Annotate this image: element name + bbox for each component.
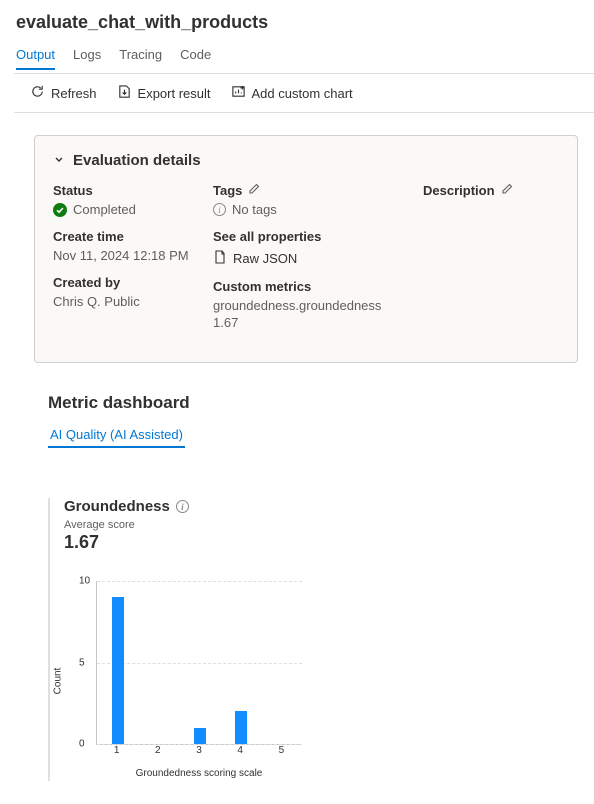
tab-tracing[interactable]: Tracing bbox=[119, 39, 162, 70]
x-tick: 5 bbox=[279, 745, 285, 756]
y-tick: 10 bbox=[79, 576, 90, 587]
bar bbox=[235, 711, 247, 744]
main-tabs: Output Logs Tracing Code bbox=[0, 39, 594, 71]
file-icon bbox=[213, 250, 227, 267]
edit-description-button[interactable] bbox=[501, 183, 513, 198]
x-tick: 2 bbox=[155, 745, 161, 756]
export-icon bbox=[117, 84, 132, 102]
evaluation-details-title: Evaluation details bbox=[73, 152, 201, 169]
x-axis-label: Groundedness scoring scale bbox=[96, 768, 302, 779]
created-by-label: Created by bbox=[53, 275, 203, 290]
custom-metrics-label: Custom metrics bbox=[213, 279, 413, 294]
refresh-icon bbox=[30, 84, 45, 102]
create-time-label: Create time bbox=[53, 229, 203, 244]
y-axis-label: Count bbox=[53, 668, 64, 695]
status-label: Status bbox=[53, 183, 203, 198]
y-tick: 5 bbox=[79, 657, 85, 668]
raw-json-label: Raw JSON bbox=[233, 251, 297, 266]
avg-score-label: Average score bbox=[64, 519, 368, 531]
chevron-down-icon bbox=[53, 152, 65, 169]
tab-ai-quality[interactable]: AI Quality (AI Assisted) bbox=[48, 423, 185, 448]
export-button[interactable]: Export result bbox=[117, 84, 211, 102]
avg-score-value: 1.67 bbox=[64, 532, 368, 553]
status-value: Completed bbox=[53, 202, 203, 217]
page-title: evaluate_chat_with_products bbox=[0, 0, 594, 39]
y-tick: 0 bbox=[79, 739, 85, 750]
x-tick: 4 bbox=[237, 745, 243, 756]
created-by-value: Chris Q. Public bbox=[53, 294, 203, 309]
create-time-value: Nov 11, 2024 12:18 PM bbox=[53, 248, 203, 263]
x-tick: 3 bbox=[196, 745, 202, 756]
tab-output[interactable]: Output bbox=[16, 39, 55, 70]
tags-label: Tags bbox=[213, 183, 242, 198]
x-ticks: 1 2 3 4 5 bbox=[96, 745, 302, 759]
info-icon: i bbox=[176, 500, 189, 513]
plot-region: 0510 bbox=[96, 581, 302, 745]
description-label: Description bbox=[423, 183, 495, 198]
bar bbox=[194, 728, 206, 744]
no-tags-text: No tags bbox=[232, 202, 277, 217]
add-chart-button[interactable]: Add custom chart bbox=[231, 84, 353, 102]
refresh-button[interactable]: Refresh bbox=[30, 84, 97, 102]
check-circle-icon bbox=[53, 203, 67, 217]
chart-title: Groundedness bbox=[64, 498, 170, 515]
metric-dashboard-title: Metric dashboard bbox=[48, 393, 578, 413]
status-text: Completed bbox=[73, 202, 136, 217]
evaluation-details-header[interactable]: Evaluation details bbox=[53, 152, 559, 169]
add-chart-icon bbox=[231, 84, 246, 102]
add-chart-label: Add custom chart bbox=[252, 86, 353, 101]
evaluation-details-card: Evaluation details Status Completed Crea… bbox=[34, 135, 578, 363]
custom-metric-value: 1.67 bbox=[213, 315, 413, 330]
groundedness-chart-card: Groundedness i Average score 1.67 Count … bbox=[48, 498, 368, 781]
edit-tags-button[interactable] bbox=[248, 183, 260, 198]
see-all-properties-label: See all properties bbox=[213, 229, 413, 244]
raw-json-button[interactable]: Raw JSON bbox=[213, 250, 413, 267]
bar bbox=[112, 597, 124, 744]
export-label: Export result bbox=[138, 86, 211, 101]
custom-metric-name: groundedness.groundedness bbox=[213, 298, 413, 313]
x-tick: 1 bbox=[114, 745, 120, 756]
tab-code[interactable]: Code bbox=[180, 39, 211, 70]
toolbar: Refresh Export result Add custom chart bbox=[14, 73, 594, 113]
tags-value: i No tags bbox=[213, 202, 413, 217]
tab-logs[interactable]: Logs bbox=[73, 39, 101, 70]
info-icon: i bbox=[213, 203, 226, 216]
chart-plot-area: Count 0510 12345 Groundedness scoring sc… bbox=[72, 581, 302, 781]
metric-dashboard-tabs: AI Quality (AI Assisted) bbox=[48, 423, 578, 448]
refresh-label: Refresh bbox=[51, 86, 97, 101]
